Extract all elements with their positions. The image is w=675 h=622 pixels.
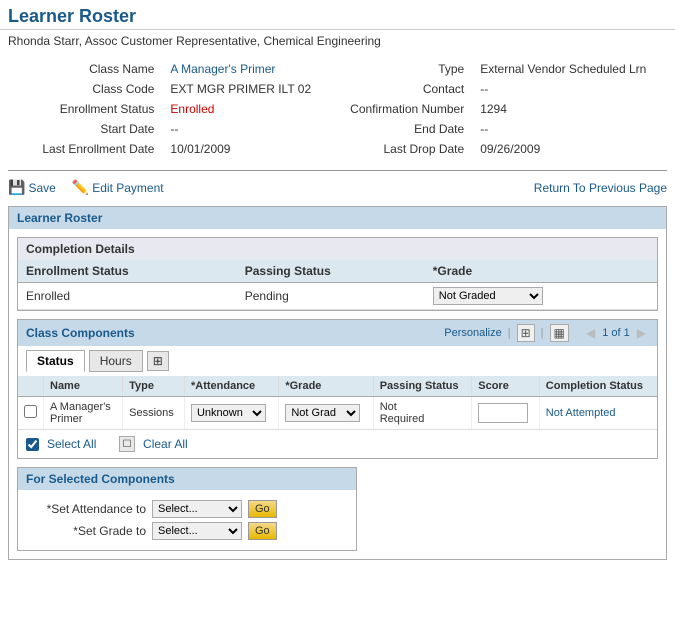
- set-grade-select[interactable]: Select... Not Graded Pass Fail: [152, 522, 242, 540]
- last-enrollment-label: Last Enrollment Date: [16, 140, 158, 158]
- grid-icon[interactable]: ⊞: [517, 324, 535, 342]
- set-grade-label: *Set Grade to: [26, 524, 146, 538]
- personalize-area: Personalize | ⊞ | ▦ ◀ 1 of 1 ▶: [444, 324, 649, 342]
- row-attendance-cell: Unknown Attended Absent: [184, 397, 278, 430]
- col-type: Type: [123, 376, 185, 397]
- col-grade: *Grade: [425, 260, 657, 283]
- type-label: Type: [338, 60, 469, 78]
- completion-passing-status: Pending: [237, 283, 425, 310]
- contact-label: Contact: [338, 80, 469, 98]
- class-code-value: EXT MGR PRIMER ILT 02: [166, 80, 337, 98]
- col-grade: *Grade: [279, 376, 373, 397]
- tab-grid-icon[interactable]: ⊞: [147, 351, 169, 371]
- select-all-row: Select All ☐ Clear All: [18, 430, 657, 458]
- table-icon[interactable]: ▦: [550, 324, 569, 342]
- row-completion-status: Not Attempted: [539, 397, 657, 430]
- confirmation-label: Confirmation Number: [338, 100, 469, 118]
- score-input[interactable]: [478, 403, 528, 423]
- learner-roster-panel-header: Learner Roster: [9, 207, 666, 229]
- start-date-label: Start Date: [16, 120, 158, 138]
- select-all-link[interactable]: Select All: [47, 437, 96, 451]
- col-score: Score: [472, 376, 540, 397]
- grade-row: *Set Grade to Select... Not Graded Pass …: [26, 522, 348, 540]
- attendance-select[interactable]: Unknown Attended Absent: [191, 404, 266, 422]
- for-selected-header: For Selected Components: [18, 468, 356, 490]
- col-enrollment-status: Enrollment Status: [18, 260, 237, 283]
- class-components-header: Class Components Personalize | ⊞ | ▦ ◀ 1…: [18, 320, 657, 346]
- col-check: [18, 376, 44, 397]
- page-count: 1 of 1: [602, 327, 630, 339]
- tab-hours[interactable]: Hours: [89, 350, 143, 372]
- completion-row: Enrolled Pending Not Graded Pass Fail In…: [18, 283, 657, 310]
- learner-roster-panel: Learner Roster Completion Details Enroll…: [8, 206, 667, 560]
- set-attendance-label: *Set Attendance to: [26, 502, 146, 516]
- row-name: A Manager'sPrimer: [44, 397, 123, 430]
- page-title: Learner Roster: [0, 0, 675, 30]
- last-drop-value: 09/26/2009: [476, 140, 659, 158]
- row-score-cell: [472, 397, 540, 430]
- end-date-value: --: [476, 120, 659, 138]
- class-code-label: Class Code: [16, 80, 158, 98]
- col-attendance: *Attendance: [184, 376, 278, 397]
- attendance-row: *Set Attendance to Select... Unknown Att…: [26, 500, 348, 518]
- row-grade-cell: Not Grad Pass Fail: [279, 397, 373, 430]
- save-icon: 💾: [8, 179, 25, 196]
- col-passing-status: Passing Status: [237, 260, 425, 283]
- completion-table: Enrollment Status Passing Status *Grade …: [18, 260, 657, 310]
- completion-enrollment-status: Enrolled: [18, 283, 237, 310]
- components-table: Name Type *Attendance *Grade Passing Sta…: [18, 376, 657, 430]
- row-checkbox[interactable]: [24, 405, 37, 418]
- row-passing-status: NotRequired: [373, 397, 472, 430]
- class-components-section: Class Components Personalize | ⊞ | ▦ ◀ 1…: [17, 319, 658, 459]
- enrollment-status-label: Enrollment Status: [16, 100, 158, 118]
- enrollment-status-value: Enrolled: [166, 100, 337, 118]
- edit-payment-button[interactable]: ✏️ Edit Payment: [72, 179, 164, 196]
- col-completion-status: Completion Status: [539, 376, 657, 397]
- return-link[interactable]: Return To Previous Page: [534, 181, 667, 195]
- row-grade-select[interactable]: Not Grad Pass Fail: [285, 404, 360, 422]
- select-all-checkbox[interactable]: [26, 438, 39, 451]
- row-checkbox-cell: [18, 397, 44, 430]
- grade-go-button[interactable]: Go: [248, 522, 277, 540]
- grade-select[interactable]: Not Graded Pass Fail Incomplete: [433, 287, 543, 305]
- last-enrollment-value: 10/01/2009: [166, 140, 337, 158]
- contact-value: --: [476, 80, 659, 98]
- for-selected-body: *Set Attendance to Select... Unknown Att…: [18, 490, 356, 550]
- save-button[interactable]: 💾 Save: [8, 179, 56, 196]
- class-name-label: Class Name: [16, 60, 158, 78]
- col-name: Name: [44, 376, 123, 397]
- for-selected-section: For Selected Components *Set Attendance …: [17, 467, 357, 551]
- type-value: External Vendor Scheduled Lrn: [476, 60, 659, 78]
- subtitle: Rhonda Starr, Assoc Customer Representat…: [0, 30, 675, 52]
- class-name-value: A Manager's Primer: [166, 60, 337, 78]
- end-date-label: End Date: [338, 120, 469, 138]
- prev-page-button[interactable]: ◀: [583, 325, 598, 341]
- tabs-bar: Status Hours ⊞: [18, 346, 657, 376]
- confirmation-value: 1294: [476, 100, 659, 118]
- set-attendance-select[interactable]: Select... Unknown Attended Absent: [152, 500, 242, 518]
- completion-details-header: Completion Details: [18, 238, 657, 260]
- component-row: A Manager'sPrimer Sessions Unknown Atten…: [18, 397, 657, 430]
- class-components-title: Class Components: [26, 326, 444, 340]
- next-page-button[interactable]: ▶: [634, 325, 649, 341]
- completion-grade-cell: Not Graded Pass Fail Incomplete: [425, 283, 657, 310]
- edit-icon: ✏️: [72, 179, 89, 196]
- clear-all-link[interactable]: Clear All: [143, 437, 188, 451]
- personalize-link[interactable]: Personalize: [444, 327, 501, 339]
- row-type: Sessions: [123, 397, 185, 430]
- start-date-value: --: [166, 120, 337, 138]
- col-passing-status: Passing Status: [373, 376, 472, 397]
- attendance-go-button[interactable]: Go: [248, 500, 277, 518]
- tab-status[interactable]: Status: [26, 350, 85, 372]
- last-drop-label: Last Drop Date: [338, 140, 469, 158]
- clear-all-icon: ☐: [119, 436, 135, 452]
- completion-details-section: Completion Details Enrollment Status Pas…: [17, 237, 658, 311]
